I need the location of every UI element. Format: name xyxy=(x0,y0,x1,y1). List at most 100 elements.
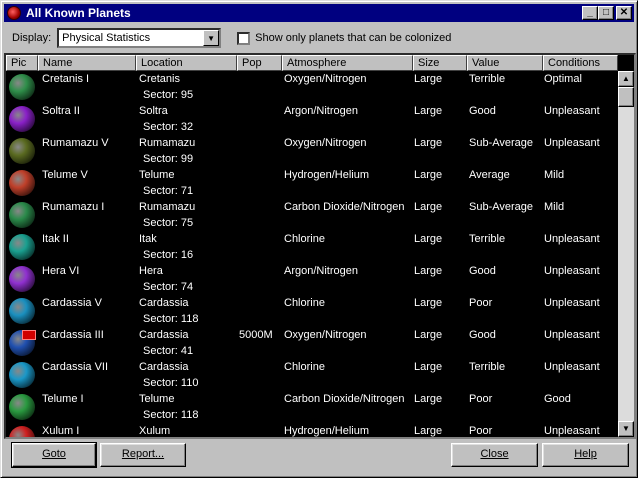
display-select[interactable]: Physical Statistics ▼ xyxy=(57,28,222,48)
colonize-checkbox-label[interactable]: Show only planets that can be colonized xyxy=(255,32,451,44)
cell-size: Large xyxy=(414,169,443,181)
cell-name: Cardassia VII xyxy=(42,361,109,373)
cell-sector: Sector: 16 xyxy=(143,249,194,261)
goto-button-label: Goto xyxy=(42,448,66,460)
cell-location: Hera xyxy=(139,265,163,277)
table-row[interactable]: Rumamazu V Rumamazu Oxygen/Nitrogen Large Su… xyxy=(6,135,618,167)
cell-value: Good xyxy=(469,329,496,341)
column-header-atmosphere[interactable]: Atmosphere xyxy=(282,55,413,71)
cell-sector: Sector: 75 xyxy=(143,217,194,229)
cell-sector: Sector: 118 xyxy=(143,313,199,325)
cell-name: Cardassia III xyxy=(42,329,104,341)
scroll-up-button[interactable]: ▲ xyxy=(618,71,634,87)
report-button[interactable]: Report... xyxy=(100,443,186,467)
table-row[interactable]: Hera VI Hera Argon/Nitrogen Large Good Unplea… xyxy=(6,263,618,295)
cell-sector: Sector: 74 xyxy=(143,281,194,293)
goto-button[interactable]: Goto xyxy=(11,442,97,468)
table-row[interactable]: Xulum I Xulum Hydrogen/Helium Large Poor Unpl… xyxy=(6,423,618,437)
planet-icon xyxy=(9,234,35,260)
column-header-pic[interactable]: Pic xyxy=(6,55,38,71)
display-label: Display: xyxy=(12,32,52,44)
cell-location: Xulum xyxy=(139,425,171,437)
cell-name: Hera VI xyxy=(42,265,80,277)
planet-icon xyxy=(9,298,35,324)
cell-size: Large xyxy=(414,297,443,309)
table-row[interactable]: Telume V Telume Hydrogen/Helium Large Averag… xyxy=(6,167,618,199)
window-title: All Known Planets xyxy=(26,6,131,20)
table-row[interactable]: Cardassia V Cardassia Chlorine Large Poor Unp… xyxy=(6,295,618,327)
cell-conditions: Unpleasant xyxy=(544,425,600,437)
close-button[interactable]: Close xyxy=(451,443,538,467)
table-row[interactable]: Telume I Telume Carbon Dioxide/Nitrogen Lar… xyxy=(6,391,618,423)
cell-location: Cretanis xyxy=(139,73,180,85)
planet-rows: Cretanis I Cretanis Oxygen/Nitrogen Large Te… xyxy=(6,71,618,437)
cell-conditions: Mild xyxy=(544,169,565,181)
help-button-label: Help xyxy=(574,448,597,460)
colonize-checkbox[interactable] xyxy=(237,31,251,45)
title-bar[interactable]: All Known Planets _ □ ✕ xyxy=(4,4,634,22)
cell-name: Rumamazu V xyxy=(42,137,109,149)
cell-conditions: Mild xyxy=(544,201,565,213)
planet-icon xyxy=(9,74,35,100)
scroll-down-button[interactable]: ▼ xyxy=(618,421,634,437)
cell-sector: Sector: 110 xyxy=(143,377,199,389)
cell-size: Large xyxy=(414,393,443,405)
cell-sector: Sector: 41 xyxy=(143,345,194,357)
display-select-value: Physical Statistics xyxy=(62,32,151,44)
cell-location: Rumamazu xyxy=(139,137,196,149)
cell-name: Xulum I xyxy=(42,425,80,437)
cell-location: Rumamazu xyxy=(139,201,196,213)
column-header-name[interactable]: Name xyxy=(38,55,136,71)
cell-sector: Sector: 71 xyxy=(143,185,194,197)
cell-atmosphere: Chlorine xyxy=(284,233,325,245)
cell-atmosphere: Hydrogen/Helium xyxy=(284,169,369,181)
planet-icon xyxy=(9,138,35,164)
cell-location: Cardassia xyxy=(139,297,189,309)
column-header-conditions[interactable]: Conditions xyxy=(543,55,618,71)
cell-location: Cardassia xyxy=(139,361,189,373)
cell-size: Large xyxy=(414,201,443,213)
planet-icon xyxy=(9,394,35,420)
cell-atmosphere: Hydrogen/Helium xyxy=(284,425,369,437)
chevron-down-icon[interactable]: ▼ xyxy=(203,30,220,46)
cell-size: Large xyxy=(414,329,443,341)
maximize-button[interactable]: □ xyxy=(598,6,614,20)
table-row[interactable]: Rumamazu I Rumamazu Carbon Dioxide/Nitroge… xyxy=(6,199,618,231)
cell-size: Large xyxy=(414,265,443,277)
planet-icon xyxy=(9,426,35,437)
table-row[interactable]: Cardassia VII Cardassia Chlorine Large Terri… xyxy=(6,359,618,391)
cell-value: Average xyxy=(469,169,510,181)
table-row[interactable]: Soltra II Soltra Argon/Nitrogen Large Good Un… xyxy=(6,103,618,135)
column-header-location[interactable]: Location xyxy=(136,55,237,71)
cell-size: Large xyxy=(414,137,443,149)
list-header: Pic Name Location Pop Atmosphere Size Va… xyxy=(6,55,618,71)
cell-name: Cardassia V xyxy=(42,297,102,309)
cell-value: Terrible xyxy=(469,73,506,85)
cell-conditions: Unpleasant xyxy=(544,329,600,341)
cell-value: Poor xyxy=(469,393,493,405)
colonize-filter[interactable]: Show only planets that can be colonized xyxy=(237,31,451,45)
colony-flag-icon xyxy=(22,330,36,340)
cell-atmosphere: Chlorine xyxy=(284,297,325,309)
table-row[interactable]: Cretanis I Cretanis Oxygen/Nitrogen Large Te… xyxy=(6,71,618,103)
column-header-size[interactable]: Size xyxy=(413,55,467,71)
cell-name: Cretanis I xyxy=(42,73,90,85)
cell-size: Large xyxy=(414,105,443,117)
cell-sector: Sector: 99 xyxy=(143,153,194,165)
table-row[interactable]: Itak II Itak Chlorine Large Terrible Unpleasa… xyxy=(6,231,618,263)
help-button[interactable]: Help xyxy=(542,443,629,467)
column-header-pop[interactable]: Pop xyxy=(237,55,282,71)
column-header-value[interactable]: Value xyxy=(467,55,543,71)
planet-icon xyxy=(9,266,35,292)
close-window-button[interactable]: ✕ xyxy=(616,6,632,20)
cell-name: Rumamazu I xyxy=(42,201,105,213)
cell-value: Good xyxy=(469,105,496,117)
vertical-scrollbar[interactable]: ▲ ▼ xyxy=(618,71,634,437)
cell-conditions: Unpleasant xyxy=(544,137,600,149)
cell-size: Large xyxy=(414,73,443,85)
minimize-button[interactable]: _ xyxy=(582,6,598,20)
scroll-thumb[interactable] xyxy=(618,87,634,107)
cell-value: Terrible xyxy=(469,361,506,373)
cell-atmosphere: Chlorine xyxy=(284,361,325,373)
table-row[interactable]: Cardassia III Cardassia 5000M Oxygen/Nitrog… xyxy=(6,327,618,359)
